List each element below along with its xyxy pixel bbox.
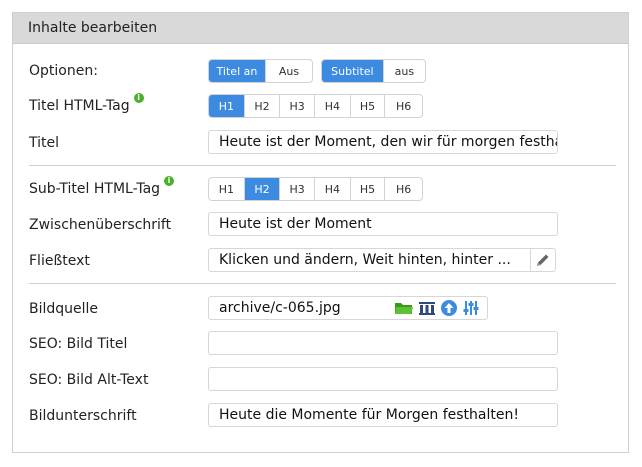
title-tag-group: H1 H2 H3 H4 H5 H6: [208, 94, 423, 118]
title-on-button[interactable]: Titel an: [209, 60, 266, 82]
subtitle-on-button[interactable]: Subtitel: [322, 60, 384, 82]
title-tag-h5[interactable]: H5: [351, 95, 386, 117]
pencil-icon: [537, 254, 549, 266]
subtitle-tag-group: H1 H2 H3 H4 H5 H6: [208, 177, 423, 201]
subtitle-toggle-group: Subtitel aus: [321, 59, 426, 83]
title-tag-label-text: Titel HTML-Tag: [29, 98, 130, 114]
title-tag-h2[interactable]: H2: [245, 95, 281, 117]
sliders-icon[interactable]: [462, 300, 480, 316]
caption-input[interactable]: Heute die Momente für Morgen festhalten!: [208, 403, 558, 427]
body-text-input[interactable]: Klicken und ändern, Weit hinten, hinter …: [208, 248, 531, 272]
title-tag-h4[interactable]: H4: [315, 95, 351, 117]
title-off-button[interactable]: Aus: [266, 60, 312, 82]
image-source-label: Bildquelle: [29, 301, 99, 317]
subtitle-tag-h2[interactable]: H2: [244, 178, 281, 200]
upload-icon[interactable]: [440, 299, 458, 317]
image-source-input[interactable]: archive/c-065.jpg: [208, 296, 391, 320]
subtitle-tag-h5[interactable]: H5: [351, 178, 386, 200]
seo-alt-input[interactable]: [208, 367, 558, 391]
seo-title-label: SEO: Bild Titel: [29, 336, 128, 352]
image-source-actions: [390, 296, 488, 320]
subtitle-tag-h1[interactable]: H1: [209, 178, 245, 200]
divider: [29, 283, 616, 284]
subheading-input[interactable]: Heute ist der Moment: [208, 212, 558, 236]
divider: [29, 165, 616, 166]
title-tag-h1[interactable]: H1: [209, 95, 245, 117]
subtitle-tag-h3[interactable]: H3: [280, 178, 316, 200]
title-input[interactable]: Heute ist der Moment, den wir für morgen…: [208, 130, 558, 154]
title-toggle-group: Titel an Aus: [208, 59, 313, 83]
body-text-label: Fließtext: [29, 253, 90, 269]
subtitle-tag-label-text: Sub-Titel HTML-Tag: [29, 181, 161, 197]
title-tag-h3[interactable]: H3: [280, 95, 316, 117]
title-tag-h6[interactable]: H6: [385, 95, 422, 117]
subtitle-tag-h4[interactable]: H4: [315, 178, 351, 200]
options-label: Optionen:: [29, 63, 98, 79]
panel-header: Inhalte bearbeiten: [13, 13, 628, 44]
panel-title: Inhalte bearbeiten: [28, 20, 158, 36]
edit-content-panel: Inhalte bearbeiten Optionen: Titel an Au…: [12, 12, 629, 453]
subtitle-off-button[interactable]: aus: [384, 60, 425, 82]
archive-icon[interactable]: [418, 300, 436, 316]
folder-icon[interactable]: [394, 300, 414, 316]
title-label: Titel: [29, 135, 60, 151]
seo-alt-label: SEO: Bild Alt-Text: [29, 372, 149, 388]
info-icon[interactable]: i: [133, 93, 144, 103]
title-tag-label: Titel HTML-Tagi: [29, 93, 144, 116]
info-icon[interactable]: i: [164, 176, 175, 186]
subheading-label: Zwischenüberschrift: [29, 217, 172, 233]
subtitle-tag-h6[interactable]: H6: [385, 178, 422, 200]
caption-label: Bildunterschrift: [29, 408, 137, 424]
edit-body-text-button[interactable]: [530, 248, 556, 272]
seo-title-input[interactable]: [208, 331, 558, 355]
subtitle-tag-label: Sub-Titel HTML-Tagi: [29, 176, 175, 199]
